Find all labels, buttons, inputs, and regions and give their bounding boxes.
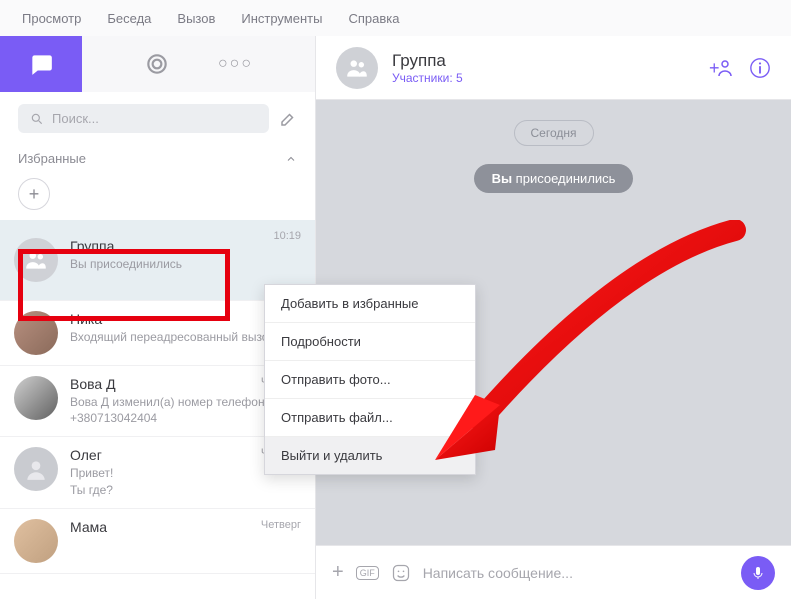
system-message: Вы присоединились [474,164,634,193]
menu-add-favorites[interactable]: Добавить в избранные [265,285,475,323]
tab-chats[interactable] [0,36,82,92]
chat-time: Четверг [261,519,301,531]
message-composer: + GIF Написать сообщение... [316,545,791,599]
context-menu: Добавить в избранные Подробности Отправи… [264,284,476,475]
menu-send-file[interactable]: Отправить файл... [265,399,475,437]
compose-icon[interactable] [279,110,297,128]
chat-item[interactable]: Мама Четверг [0,509,315,574]
chat-name: Группа [70,238,301,254]
message-input[interactable]: Написать сообщение... [423,565,729,581]
user-icon [23,456,49,482]
menu-details[interactable]: Подробности [265,323,475,361]
menu-conversation[interactable]: Беседа [107,11,151,26]
search-input[interactable]: Поиск... [18,104,269,133]
conversation-header: Группа Участники: 5 + [316,36,791,100]
menu-send-photo[interactable]: Отправить фото... [265,361,475,399]
sidebar-tabs: ○○○ [0,36,315,92]
avatar [14,376,58,420]
menu-tools[interactable]: Инструменты [241,11,322,26]
plus-icon[interactable]: + [332,561,344,584]
menubar: Просмотр Беседа Вызов Инструменты Справк… [0,0,791,36]
chevron-up-icon [285,153,297,165]
menu-help[interactable]: Справка [348,11,399,26]
menu-call[interactable]: Вызов [177,11,215,26]
group-icon [344,55,370,81]
avatar [336,47,378,89]
participants-link[interactable]: Участники: 5 [392,71,463,85]
favorites-header[interactable]: Избранные [0,145,315,172]
gif-icon[interactable]: GIF [356,566,379,580]
avatar [14,311,58,355]
sticker-icon[interactable] [391,563,411,583]
chat-preview: Вы присоединились [70,256,301,272]
add-favorite-button[interactable]: + [18,178,50,210]
search-icon [30,112,44,126]
menu-leave-delete[interactable]: Выйти и удалить [265,437,475,474]
date-pill: Сегодня [514,120,594,146]
chat-time: 10:19 [273,230,301,242]
public-icon[interactable] [144,51,170,77]
menu-view[interactable]: Просмотр [22,11,81,26]
group-icon [23,247,49,273]
favorites-label: Избранные [18,151,86,166]
voice-button[interactable] [741,556,775,590]
avatar [14,238,58,282]
add-participant-icon[interactable]: + [709,56,733,80]
svg-text:+: + [709,58,720,78]
info-icon[interactable] [749,57,771,79]
more-icon[interactable]: ○○○ [218,55,253,73]
avatar [14,519,58,563]
chat-icon [28,51,54,77]
conversation-title: Группа [392,51,463,71]
mic-icon [750,565,766,581]
search-placeholder: Поиск... [52,111,99,126]
avatar [14,447,58,491]
